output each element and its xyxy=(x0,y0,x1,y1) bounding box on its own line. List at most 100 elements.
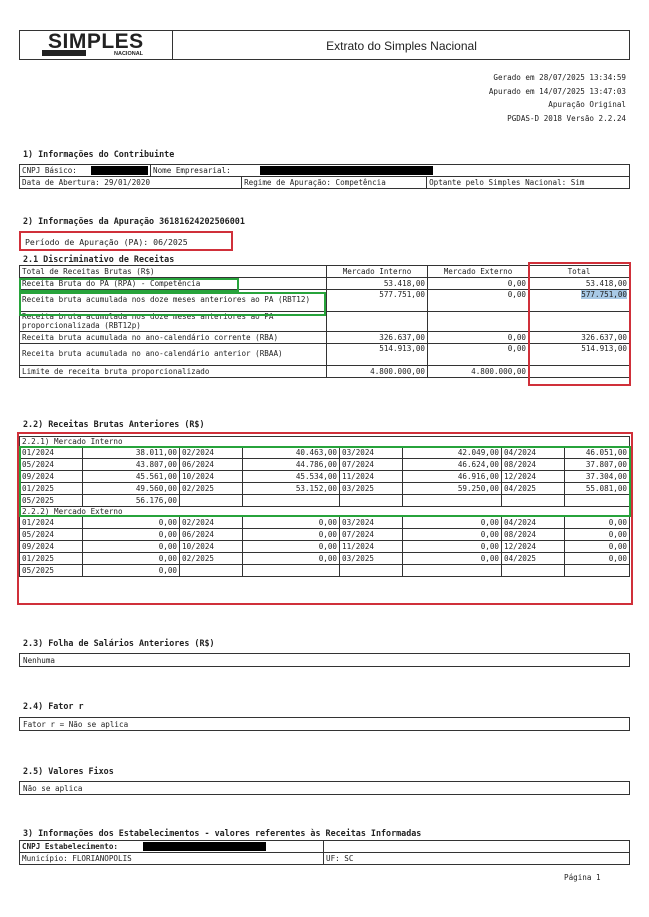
fator-value: Fator r = Não se aplica xyxy=(19,717,630,731)
interno-period xyxy=(179,494,243,507)
externo-period: 02/2024 xyxy=(179,516,243,529)
externo-period xyxy=(501,564,565,577)
section-fixos-title: 2.5) Valores Fixos xyxy=(23,766,114,776)
interno-value: 42.049,00 xyxy=(402,446,502,459)
folha-value: Nenhuma xyxy=(19,653,630,667)
externo-period xyxy=(339,564,403,577)
interno-value xyxy=(564,494,630,507)
externo-row: 05/2024 0,00 06/2024 0,00 07/2024 0,00 08/2024… xyxy=(19,528,630,541)
externo-row: 05/2025 0,00 xyxy=(19,564,630,577)
interno-value xyxy=(402,494,502,507)
row-rpa: Receita Bruta do PA (RPA) - Competência … xyxy=(19,277,630,290)
header-mercado-interno: Mercado Interno xyxy=(326,265,428,278)
interno-period: 09/2024 xyxy=(19,470,83,483)
rbt12-total-highlight: 577.751,00 xyxy=(581,290,627,299)
logo-subtext: NACIONAL xyxy=(114,51,144,57)
interno-value: 37.304,00 xyxy=(564,470,630,483)
interno-period: 01/2025 xyxy=(19,482,83,495)
section-estabelecimentos-title: 3) Informações dos Estabelecimentos - va… xyxy=(23,828,422,838)
externo-value: 0,00 xyxy=(402,528,502,541)
externo-period: 09/2024 xyxy=(19,540,83,553)
externo-period: 01/2024 xyxy=(19,516,83,529)
interno-value: 45.561,00 xyxy=(82,470,180,483)
externo-value: 0,00 xyxy=(242,516,340,529)
interno-period: 03/2025 xyxy=(339,482,403,495)
externo-value: 0,00 xyxy=(564,540,630,553)
externo-value: 0,00 xyxy=(564,528,630,541)
interno-value: 40.463,00 xyxy=(242,446,340,459)
interno-period: 08/2024 xyxy=(501,458,565,471)
externo-period: 11/2024 xyxy=(339,540,403,553)
interno-value: 37.807,00 xyxy=(564,458,630,471)
externo-value: 0,00 xyxy=(242,528,340,541)
uf-cell: UF: SC xyxy=(323,852,630,865)
interno-row: 05/2024 43.807,00 06/2024 44.786,00 07/2024 4… xyxy=(19,458,630,471)
page-title: Extrato do Simples Nacional xyxy=(326,39,477,53)
regime-apuracao-cell: Regime de Apuração: Competência xyxy=(241,176,428,189)
header-total-receitas: Total de Receitas Brutas (R$) xyxy=(19,265,327,278)
interno-value xyxy=(242,494,340,507)
externo-value: 0,00 xyxy=(402,516,502,529)
discriminativo-title: 2.1 Discriminativo de Receitas xyxy=(23,254,175,264)
interno-period: 04/2025 xyxy=(501,482,565,495)
interno-row: 05/2025 56.176,00 xyxy=(19,494,630,507)
externo-value xyxy=(242,564,340,577)
interno-value: 46.916,00 xyxy=(402,470,502,483)
estabelecimentos-table: CNPJ Estabelecimento: Município: FLORIAN… xyxy=(19,840,630,865)
receitas-anteriores-table: 2.2.1) Mercado Interno 01/2024 38.011,00 02… xyxy=(19,436,630,577)
fixos-value: Não se aplica xyxy=(19,781,630,795)
interno-period: 05/2025 xyxy=(19,494,83,507)
section-contribuinte-title: 1) Informações do Contribuinte xyxy=(23,149,175,159)
redacted-nome xyxy=(260,166,433,175)
interno-value: 38.011,00 xyxy=(82,446,180,459)
interno-period: 02/2024 xyxy=(179,446,243,459)
data-abertura-cell: Data de Abertura: 29/01/2020 xyxy=(18,176,243,189)
externo-value: 0,00 xyxy=(82,516,180,529)
externo-value: 0,00 xyxy=(82,528,180,541)
interno-value: 53.152,00 xyxy=(242,482,340,495)
interno-period: 02/2025 xyxy=(179,482,243,495)
externo-period: 01/2025 xyxy=(19,552,83,565)
section-folha-title: 2.3) Folha de Salários Anteriores (R$) xyxy=(23,638,215,648)
simples-logo: SIMPLES NACIONAL xyxy=(42,30,154,59)
interno-period: 11/2024 xyxy=(339,470,403,483)
municipio-cell: Município: FLORIANOPOLIS xyxy=(19,852,324,865)
interno-period: 07/2024 xyxy=(339,458,403,471)
header-mercado-externo: Mercado Externo xyxy=(427,265,529,278)
page-number: Página 1 xyxy=(564,873,601,882)
externo-value: 0,00 xyxy=(242,540,340,553)
redacted-cnpj xyxy=(91,166,148,175)
interno-period: 12/2024 xyxy=(501,470,565,483)
externo-period: 03/2025 xyxy=(339,552,403,565)
meta-gerado: Gerado em 28/07/2025 13:34:59 xyxy=(493,73,626,82)
externo-period: 12/2024 xyxy=(501,540,565,553)
interno-value: 59.250,00 xyxy=(402,482,502,495)
interno-period xyxy=(339,494,403,507)
externo-period: 08/2024 xyxy=(501,528,565,541)
discriminativo-table: Total de Receitas Brutas (R$) Mercado In… xyxy=(19,265,630,378)
externo-value: 0,00 xyxy=(402,540,502,553)
externo-row: 01/2025 0,00 02/2025 0,00 03/2025 0,00 04/2025… xyxy=(19,552,630,565)
interno-period xyxy=(501,494,565,507)
externo-period: 05/2025 xyxy=(19,564,83,577)
interno-value: 45.534,00 xyxy=(242,470,340,483)
redacted-cnpj-estab xyxy=(143,842,266,851)
mercado-externo-label: 2.2.2) Mercado Externo xyxy=(19,506,630,517)
externo-period xyxy=(179,564,243,577)
row-rba: Receita bruta acumulada no ano-calendári… xyxy=(19,331,630,344)
mercado-interno-label: 2.2.1) Mercado Interno xyxy=(19,436,630,447)
interno-value: 43.807,00 xyxy=(82,458,180,471)
generation-meta: Gerado em 28/07/2025 13:34:59 Apurado em… xyxy=(489,71,626,125)
meta-apuracao: Apuração Original xyxy=(548,100,626,109)
interno-period: 01/2024 xyxy=(19,446,83,459)
interno-period: 06/2024 xyxy=(179,458,243,471)
interno-row: 01/2024 38.011,00 02/2024 40.463,00 03/2024 4… xyxy=(19,446,630,459)
externo-value: 0,00 xyxy=(242,552,340,565)
interno-value: 49.560,00 xyxy=(82,482,180,495)
externo-value xyxy=(564,564,630,577)
externo-period: 02/2025 xyxy=(179,552,243,565)
interno-value: 46.051,00 xyxy=(564,446,630,459)
externo-period: 05/2024 xyxy=(19,528,83,541)
externo-period: 03/2024 xyxy=(339,516,403,529)
interno-value: 46.624,00 xyxy=(402,458,502,471)
